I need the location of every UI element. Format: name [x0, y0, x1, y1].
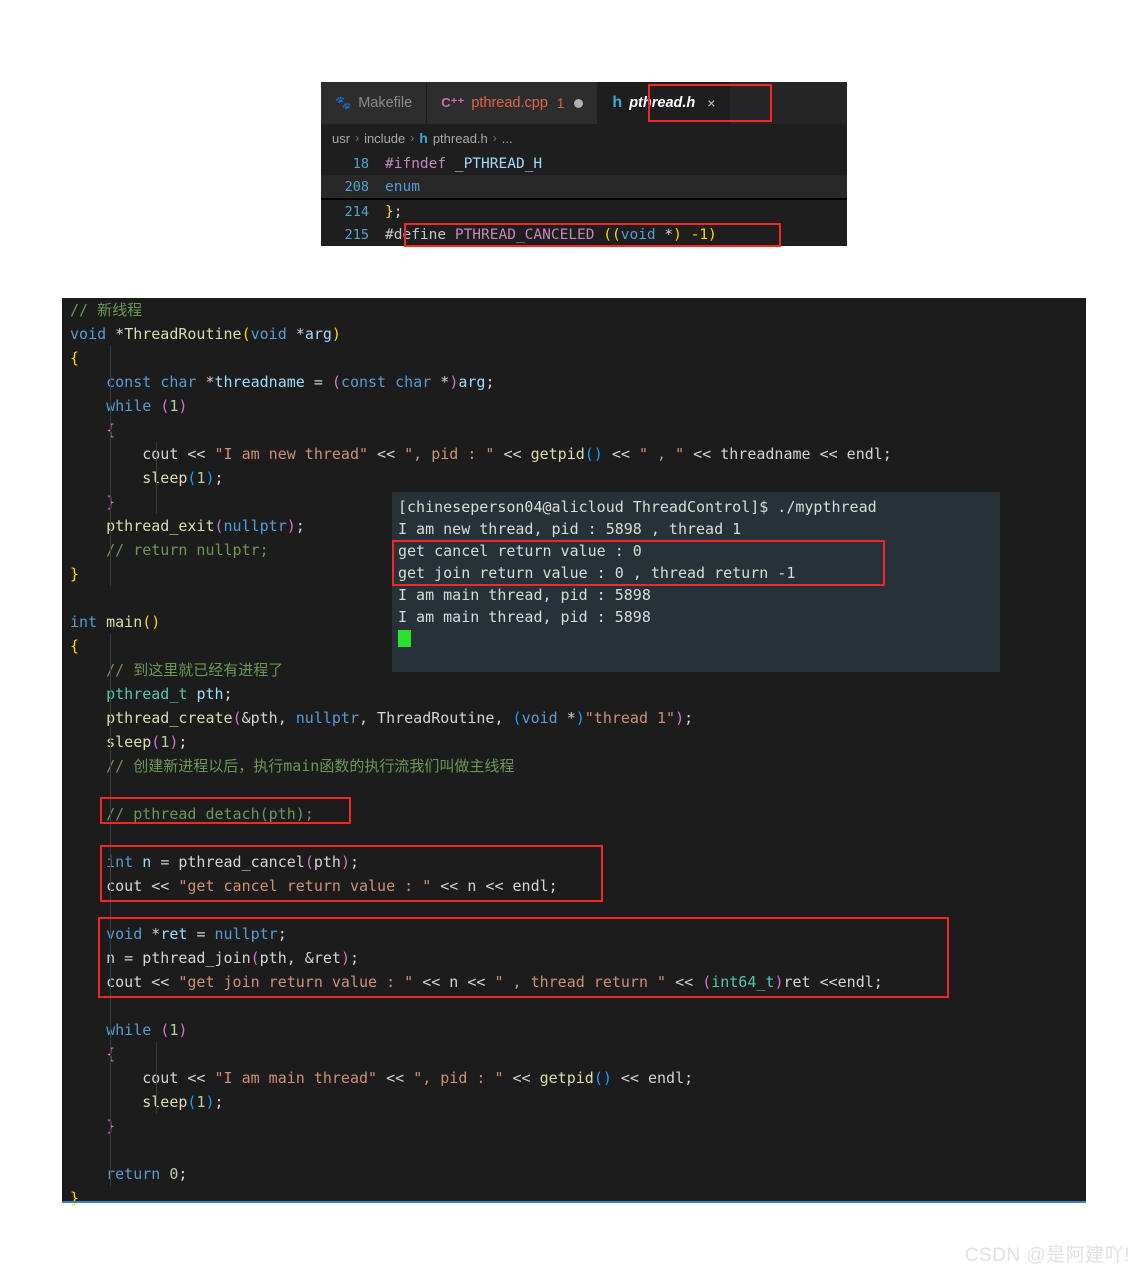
line-code: enum — [385, 178, 420, 195]
tab-pthread-cpp[interactable]: C⁺⁺ pthread.cpp 1 — [427, 82, 599, 124]
code-line: while (1) — [106, 1021, 188, 1039]
code-line: sleep(1); — [142, 1093, 224, 1111]
tab-pthread-h[interactable]: h pthread.h × — [598, 82, 731, 124]
code-line: void *ret = nullptr; — [106, 925, 287, 943]
editor-tab-bar: 🐾 Makefile C⁺⁺ pthread.cpp 1 h pthread.h… — [321, 82, 847, 124]
chevron-right-icon: › — [355, 131, 360, 145]
line-number: 215 — [344, 226, 369, 243]
code-line: cout << "get join return value : " << n … — [106, 973, 883, 991]
terminal-line: I am main thread, pid : 5898 — [398, 608, 651, 626]
code-line: cout << "get cancel return value : " << … — [106, 877, 558, 895]
code-line: cout << "I am new thread" << ", pid : " … — [142, 445, 892, 463]
code-line: { — [70, 349, 80, 367]
code-line: return 0; — [106, 1165, 188, 1183]
tab-problem-count: 1 — [556, 95, 565, 111]
header-code-line: 208 enum — [321, 175, 847, 198]
line-number: 18 — [352, 155, 369, 172]
code-line: cout << "I am main thread" << ", pid : "… — [142, 1069, 694, 1087]
code-block-bottom-rule — [62, 1201, 1086, 1203]
breadcrumb-item-usr[interactable]: usr — [332, 131, 350, 146]
tab-label: pthread.h — [629, 95, 696, 111]
breadcrumb-item-file[interactable]: pthread.h — [433, 131, 488, 146]
indent-guide — [156, 442, 157, 514]
code-line: // 新线程 — [70, 301, 143, 319]
code-line: sleep(1); — [106, 733, 188, 751]
cursor-icon — [398, 630, 411, 647]
code-line: } — [62, 1114, 1086, 1138]
code-line: int n = pthread_cancel(pth); — [106, 853, 359, 871]
header-code-line: 215 #define PTHREAD_CANCELED ((void *) -… — [321, 223, 847, 246]
line-code: #ifndef _PTHREAD_H — [385, 155, 543, 172]
breadcrumb-item-more[interactable]: ... — [502, 131, 513, 146]
header-icon: h — [419, 130, 428, 146]
csdn-watermark: CSDN @是阿建吖! — [964, 1245, 1130, 1266]
terminal-cursor-line — [398, 628, 1000, 650]
tab-label: Makefile — [358, 95, 413, 111]
cpp-icon: C⁺⁺ — [441, 95, 465, 110]
indent-guide — [110, 634, 111, 1186]
code-line: { — [62, 418, 1086, 442]
code-line: } — [70, 1189, 80, 1207]
terminal-output[interactable]: [chineseperson04@alicloud ThreadControl]… — [392, 492, 1000, 672]
breadcrumb: usr › include › h pthread.h › ... — [321, 124, 847, 152]
code-line: // 创建新进程以后，执行main函数的执行流我们叫做主线程 — [106, 757, 515, 775]
source-code-block: // 新线程 void *ThreadRoutine(void *arg) { … — [62, 298, 1086, 1207]
line-code: }; — [385, 203, 403, 220]
line-number: 208 — [344, 178, 369, 195]
code-line: const char *threadname = (const char *)a… — [106, 373, 495, 391]
tab-makefile[interactable]: 🐾 Makefile — [321, 82, 428, 124]
chevron-right-icon: › — [410, 131, 415, 145]
tab-label: pthread.cpp — [471, 95, 548, 111]
code-line: while (1) — [106, 397, 188, 415]
code-line: void *ThreadRoutine(void *arg) — [70, 325, 341, 343]
indent-guide — [156, 1042, 157, 1114]
breadcrumb-item-include[interactable]: include — [364, 131, 405, 146]
code-line: { — [62, 1042, 1086, 1066]
code-line: pthread_create(&pth, nullptr, ThreadRout… — [106, 709, 694, 727]
tab-bar-empty-space — [730, 82, 847, 124]
header-code-line: 214 }; — [321, 200, 847, 223]
line-code: #define PTHREAD_CANCELED ((void *) -1) — [385, 226, 717, 243]
code-line: n = pthread_join(pth, &ret); — [106, 949, 359, 967]
terminal-line: I am new thread, pid : 5898 , thread 1 — [398, 520, 742, 538]
terminal-line: get join return value : 0 , thread retur… — [398, 564, 796, 582]
terminal-prompt-line: [chineseperson04@alicloud ThreadControl]… — [398, 498, 877, 516]
indent-guide — [110, 346, 111, 586]
close-icon[interactable]: × — [707, 95, 715, 111]
header-icon: h — [612, 94, 623, 111]
unsaved-dot-icon[interactable] — [574, 98, 584, 108]
chevron-right-icon: › — [492, 131, 497, 145]
line-number: 214 — [344, 203, 369, 220]
editor-panel: 🐾 Makefile C⁺⁺ pthread.cpp 1 h pthread.h… — [321, 82, 847, 246]
code-line: // pthread_detach(pth); — [106, 805, 314, 823]
terminal-line: get cancel return value : 0 — [398, 542, 642, 560]
header-code-line: 18 #ifndef _PTHREAD_H — [321, 152, 847, 175]
code-line: pthread_t pth; — [106, 685, 233, 703]
terminal-line: I am main thread, pid : 5898 — [398, 586, 651, 604]
makefile-icon: 🐾 — [335, 95, 352, 110]
code-line: sleep(1); — [142, 469, 224, 487]
